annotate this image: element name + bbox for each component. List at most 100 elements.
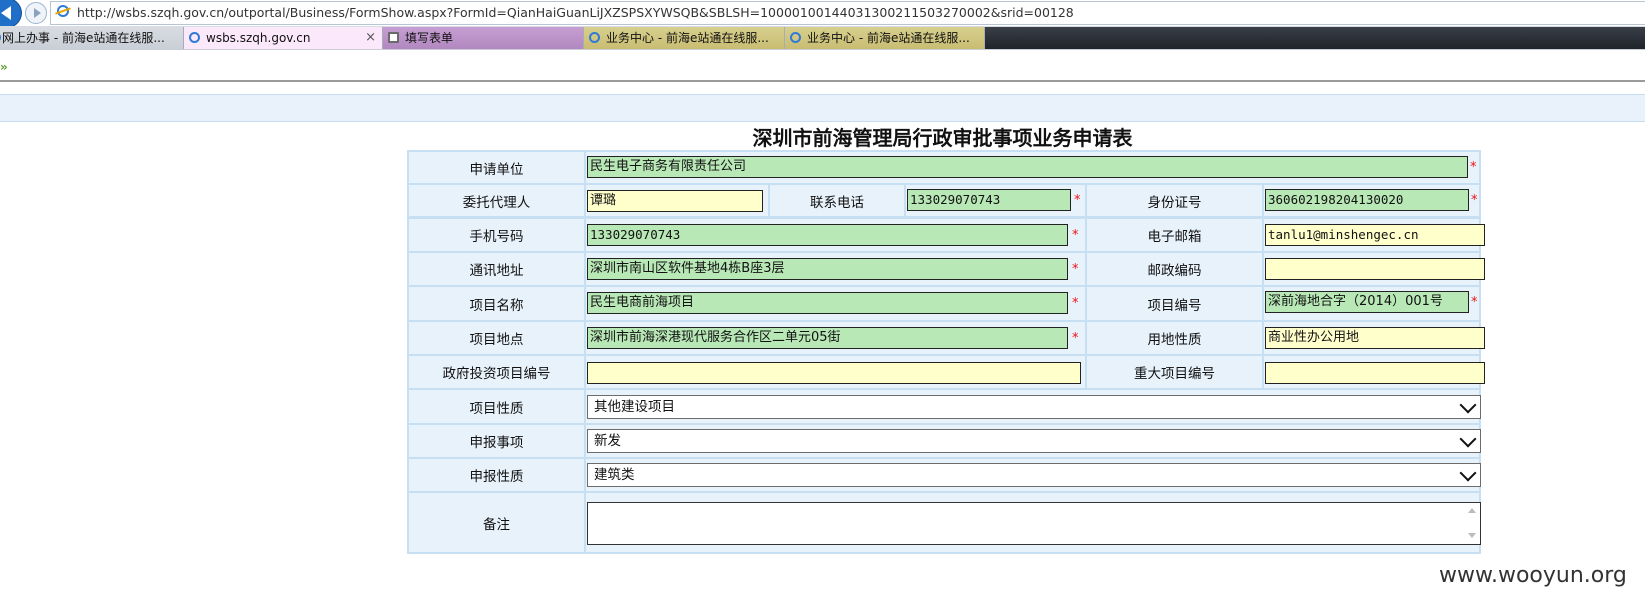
tab-label: wsbs.szqh.gov.cn (206, 31, 311, 45)
project-site-input[interactable]: 深圳市前海深港现代服务合作区二单元05街 (587, 327, 1068, 349)
tab-wsbs-active[interactable]: wsbs.szqh.gov.cn × (184, 27, 383, 49)
label-report-item: 申报事项 (409, 425, 584, 457)
scroll-up-icon (1468, 508, 1476, 513)
cell-mobile: 133029070743 * (586, 219, 1085, 251)
application-form: 申请单位 民生电子商务有限责任公司 * 委托代理人 谭璐 联系电话 133029… (407, 150, 1485, 554)
address-bar-row: http://wsbs.szqh.gov.cn/outportal/Busine… (0, 0, 1645, 29)
favorites-arrow-icon[interactable]: » (0, 60, 8, 74)
required-mark: * (1074, 193, 1081, 208)
cell-email: tanlu1@minshengec.cn (1264, 219, 1485, 251)
cell-project-nature: 其他建设项目 (586, 390, 1481, 423)
required-mark: * (1072, 296, 1079, 311)
major-project-no-input[interactable] (1265, 362, 1485, 384)
label-gov-invest-no: 政府投资项目编号 (409, 356, 584, 388)
required-mark: * (1471, 193, 1478, 208)
back-button[interactable] (0, 0, 22, 29)
mobile-input[interactable]: 133029070743 (587, 224, 1068, 246)
watermark: www.wooyun.org (1439, 563, 1627, 588)
tab-business-center-1[interactable]: 业务中心 - 前海e站通在线服... (584, 27, 785, 49)
land-use-input[interactable]: 商业性办公用地 (1265, 327, 1485, 349)
contact-phone-input[interactable]: 133029070743 (907, 189, 1071, 211)
chevron-down-icon (1459, 430, 1477, 448)
project-no-input[interactable]: 深前海地合字（2014）001号 (1265, 291, 1469, 313)
cell-project-site: 深圳市前海深港现代服务合作区二单元05街 * (586, 322, 1085, 354)
tab-bar: 网上办事 - 前海e站通在线服... wsbs.szqh.gov.cn × 填写… (0, 26, 1645, 50)
applicant-org-input[interactable]: 民生电子商务有限责任公司 (587, 156, 1468, 178)
cell-major-project-no (1264, 356, 1485, 388)
required-mark: * (1072, 262, 1079, 277)
cell-applicant-org: 民生电子商务有限责任公司 * (586, 152, 1479, 183)
cell-report-nature: 建筑类 (586, 459, 1481, 491)
label-land-use: 用地性质 (1087, 322, 1262, 354)
gov-invest-no-input[interactable] (587, 362, 1081, 384)
address-bar[interactable]: http://wsbs.szqh.gov.cn/outportal/Busine… (50, 1, 1645, 25)
label-contact-phone: 联系电话 (770, 185, 904, 216)
required-mark: * (1470, 160, 1477, 175)
ie-tab-icon (589, 32, 600, 43)
tab-label: 业务中心 - 前海e站通在线服... (606, 31, 769, 45)
label-report-nature: 申报性质 (409, 459, 584, 491)
label-agent: 委托代理人 (409, 185, 584, 216)
required-mark: * (1072, 228, 1079, 243)
report-item-value: 新发 (594, 433, 621, 449)
report-item-select[interactable]: 新发 (587, 429, 1481, 453)
ie-tab-icon (189, 32, 200, 43)
project-nature-value: 其他建设项目 (594, 399, 675, 415)
document-tab-icon (388, 32, 399, 43)
cell-contact-phone: 133029070743 * (906, 185, 1085, 216)
cell-postcode (1264, 253, 1485, 285)
url-text[interactable]: http://wsbs.szqh.gov.cn/outportal/Busine… (77, 5, 1074, 20)
label-project-no: 项目编号 (1087, 287, 1262, 320)
page-header-band (0, 94, 1645, 122)
cell-gov-invest-no (586, 356, 1085, 388)
chevron-down-icon (1459, 464, 1477, 482)
cell-id-number: 360602198204130020 * (1264, 185, 1479, 216)
ie-tab-icon (0, 32, 1, 43)
tab-bar-empty-area (985, 27, 1645, 49)
tab-label: 网上办事 - 前海e站通在线服... (2, 31, 165, 45)
forward-button[interactable] (25, 2, 47, 24)
cell-project-no: 深前海地合字（2014）001号 * (1264, 287, 1479, 320)
agent-input[interactable]: 谭璐 (587, 190, 763, 212)
project-nature-select[interactable]: 其他建设项目 (587, 395, 1481, 419)
ie-page-icon (57, 5, 69, 17)
ie-tab-icon (790, 32, 801, 43)
remarks-textarea[interactable] (587, 502, 1481, 545)
tab-fill-form[interactable]: 填写表单 (383, 27, 584, 49)
required-mark: * (1471, 295, 1478, 310)
tab-close-icon[interactable]: × (365, 27, 376, 49)
chevron-down-icon (1459, 396, 1477, 414)
cell-remarks (586, 493, 1481, 552)
label-applicant-org: 申请单位 (409, 152, 584, 183)
textarea-scrollbar[interactable] (1466, 506, 1478, 540)
label-remarks: 备注 (409, 493, 584, 552)
tab-business-center-2[interactable]: 业务中心 - 前海e站通在线服... (785, 27, 985, 49)
project-name-input[interactable]: 民生电商前海项目 (587, 292, 1068, 314)
cell-report-item: 新发 (586, 425, 1481, 457)
cell-agent: 谭璐 (586, 185, 768, 216)
label-project-site: 项目地点 (409, 322, 584, 354)
scroll-down-icon (1468, 533, 1476, 538)
tab-label: 业务中心 - 前海e站通在线服... (807, 31, 970, 45)
label-address: 通讯地址 (409, 253, 584, 285)
id-number-input[interactable]: 360602198204130020 (1265, 189, 1469, 211)
tab-label: 填写表单 (405, 31, 454, 45)
cell-land-use: 商业性办公用地 (1264, 322, 1485, 354)
label-project-name: 项目名称 (409, 287, 584, 320)
cell-address: 深圳市南山区软件基地4栋B座3层 * (586, 253, 1085, 285)
address-input[interactable]: 深圳市南山区软件基地4栋B座3层 (587, 258, 1068, 280)
label-project-nature: 项目性质 (409, 390, 584, 423)
label-mobile: 手机号码 (409, 219, 584, 251)
form-title: 深圳市前海管理局行政审批事项业务申请表 (752, 126, 1133, 150)
postcode-input[interactable] (1265, 258, 1485, 280)
label-major-project-no: 重大项目编号 (1087, 356, 1262, 388)
label-id-number: 身份证号 (1087, 185, 1262, 216)
label-email: 电子邮箱 (1087, 219, 1262, 251)
tab-online-service[interactable]: 网上办事 - 前海e站通在线服... (0, 27, 184, 49)
email-input[interactable]: tanlu1@minshengec.cn (1265, 224, 1485, 246)
label-postcode: 邮政编码 (1087, 253, 1262, 285)
report-nature-select[interactable]: 建筑类 (587, 463, 1481, 487)
cell-project-name: 民生电商前海项目 * (586, 287, 1085, 320)
required-mark: * (1072, 331, 1079, 346)
report-nature-value: 建筑类 (594, 467, 635, 483)
